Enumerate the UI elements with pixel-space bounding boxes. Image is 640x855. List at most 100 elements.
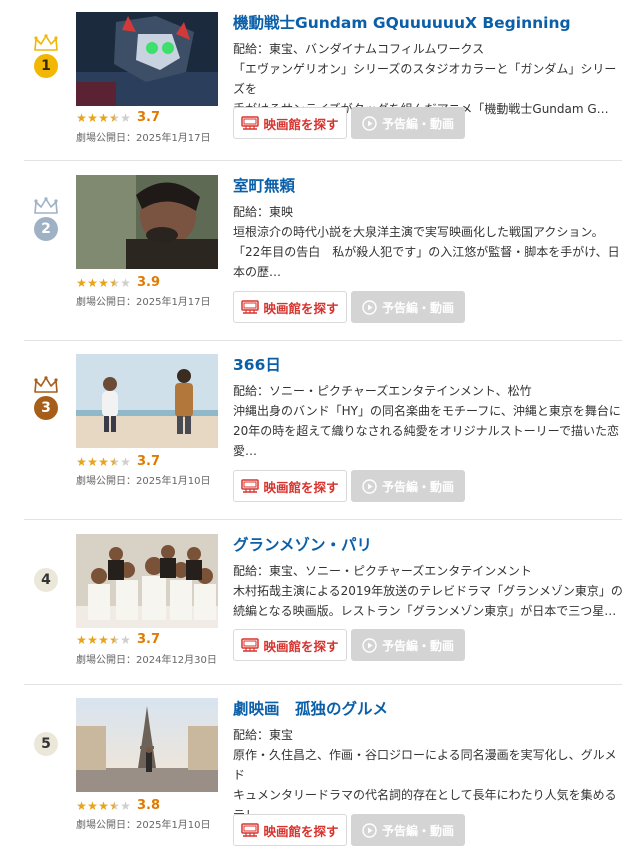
rating-score: 3.9 <box>137 275 161 290</box>
star-icon: ★ <box>76 276 87 290</box>
movie-thumbnail[interactable] <box>76 534 218 628</box>
star-icon: ★ <box>76 799 87 813</box>
theater-icon <box>241 479 260 493</box>
rank-badge: 4 <box>34 568 58 592</box>
description-line: 続編となる映画版。レストラン「グランメゾン東京」が日本で三つ星… <box>233 604 617 618</box>
movie-info: 室町無頼配給：東映垣根涼介の時代小説を大泉洋主演で実写映画化した戦国アクション。… <box>233 175 625 282</box>
crown-icon <box>34 376 58 393</box>
release-date: 劇場公開日：2025年1月10日 <box>76 820 211 831</box>
star-rating: ★ ★ ★ ★ ★ <box>76 454 131 470</box>
distributor: 配給：東宝、バンダイナムコフィルムワークス <box>233 42 485 56</box>
distributor: 配給：東宝、ソニー・ピクチャーズエンタテインメント <box>233 564 532 578</box>
star-icon: ★ <box>98 276 109 290</box>
find-theater-button[interactable]: 映画館を探す <box>233 629 347 661</box>
star-icon: ★ <box>76 111 87 125</box>
description-line: 沖縄出身のバンド「HY」の同名楽曲をモチーフに、沖縄と東京を舞台に <box>233 404 621 418</box>
trailer-button[interactable]: 予告編・動画 <box>351 814 465 846</box>
star-icon: ★ <box>76 455 87 469</box>
rank-badge: 2 <box>34 217 58 241</box>
movie-title[interactable]: 機動戦士Gundam GQuuuuuuX Beginning <box>233 12 625 34</box>
rank: 3 <box>32 376 60 420</box>
rating: ★ ★ ★ ★ ★ 3.9 <box>76 275 160 291</box>
description-line: 「エヴァンゲリオン」シリーズのスタジオカラーと「ガンダム」シリーズを <box>233 62 617 96</box>
distributor: 配給：東宝 <box>233 728 294 742</box>
couple-beach-thumbnail <box>76 354 218 448</box>
find-theater-label: 映画館を探す <box>263 638 339 654</box>
rating-score: 3.7 <box>137 110 161 125</box>
trailer-button[interactable]: 予告編・動画 <box>351 107 465 139</box>
rank: 5 <box>32 712 60 756</box>
movie-title[interactable]: 劇映画 孤独のグルメ <box>233 698 625 720</box>
description-line: 「22年目の告白 私が殺人犯です」の入江悠が監督・脚本を手がけ、日 <box>233 245 620 259</box>
movie-info: 366日 配給：ソニー・ピクチャーズエンタテインメント、松竹 沖縄出身のバンド「HY… <box>233 354 625 461</box>
star-icon: ★ <box>98 455 109 469</box>
star-icon: ★ <box>76 633 87 647</box>
rating: ★ ★ ★ ★ ★ 3.8 <box>76 798 160 814</box>
description-line: 本の歴… <box>233 265 282 279</box>
star-icon: ★ <box>109 633 120 647</box>
row-divider <box>24 160 622 161</box>
trailer-button[interactable]: 予告編・動画 <box>351 470 465 502</box>
movie-title[interactable]: 室町無頼 <box>233 175 625 197</box>
action-buttons: 映画館を探す 予告編・動画 <box>233 107 465 139</box>
find-theater-label: 映画館を探す <box>263 823 339 839</box>
rating: ★ ★ ★ ★ ★ 3.7 <box>76 632 160 648</box>
movie-info: 機動戦士Gundam GQuuuuuuX Beginning 配給：東宝、バンダイ… <box>233 12 625 119</box>
chefs-group-thumbnail <box>76 534 218 628</box>
action-buttons: 映画館を探す 予告編・動画 <box>233 814 465 846</box>
star-icon: ★ <box>120 633 131 647</box>
movie-thumbnail[interactable] <box>76 12 218 106</box>
play-icon <box>362 299 377 315</box>
action-buttons: 映画館を探す 予告編・動画 <box>233 291 465 323</box>
trailer-label: 予告編・動画 <box>381 479 454 494</box>
action-buttons: 映画館を探す 予告編・動画 <box>233 470 465 502</box>
crown-icon <box>34 197 58 214</box>
star-icon: ★ <box>98 799 109 813</box>
star-icon: ★ <box>109 111 120 125</box>
release-date: 劇場公開日：2025年1月17日 <box>76 133 211 144</box>
star-rating: ★ ★ ★ ★ ★ <box>76 275 131 291</box>
find-theater-button[interactable]: 映画館を探す <box>233 470 347 502</box>
find-theater-label: 映画館を探す <box>263 479 339 495</box>
row-divider <box>24 684 622 685</box>
find-theater-button[interactable]: 映画館を探す <box>233 291 347 323</box>
rating-score: 3.7 <box>137 454 161 469</box>
movie-title[interactable]: 366日 <box>233 354 625 376</box>
rank-badge: 1 <box>34 54 58 78</box>
trailer-button[interactable]: 予告編・動画 <box>351 629 465 661</box>
star-icon: ★ <box>120 455 131 469</box>
movie-thumbnail[interactable] <box>76 354 218 448</box>
play-icon <box>362 637 377 653</box>
release-date: 劇場公開日：2025年1月17日 <box>76 297 211 308</box>
movie-title[interactable]: グランメゾン・パリ <box>233 534 625 556</box>
star-icon: ★ <box>87 633 98 647</box>
theater-icon <box>241 638 260 652</box>
release-date: 劇場公開日：2025年1月10日 <box>76 476 211 487</box>
rank: 1 <box>32 34 60 78</box>
distributor: 配給：東映 <box>233 205 294 219</box>
find-theater-label: 映画館を探す <box>263 300 339 316</box>
theater-icon <box>241 300 260 314</box>
rating: ★ ★ ★ ★ ★ 3.7 <box>76 454 160 470</box>
release-date: 劇場公開日：2024年12月30日 <box>76 655 217 666</box>
star-rating: ★ ★ ★ ★ ★ <box>76 632 131 648</box>
find-theater-button[interactable]: 映画館を探す <box>233 107 347 139</box>
rank-badge: 3 <box>34 396 58 420</box>
rank: 4 <box>32 548 60 592</box>
star-icon: ★ <box>109 799 120 813</box>
trailer-label: 予告編・動画 <box>381 638 454 653</box>
action-buttons: 映画館を探す 予告編・動画 <box>233 629 465 661</box>
description-line: キュメンタリードラマの代名詞的存在として長年にわたり人気を集める <box>233 788 617 802</box>
star-icon: ★ <box>120 111 131 125</box>
star-icon: ★ <box>120 276 131 290</box>
find-theater-button[interactable]: 映画館を探す <box>233 814 347 846</box>
movie-thumbnail[interactable] <box>76 698 218 792</box>
description-line: 垣根涼介の時代小説を大泉洋主演で実写映画化した戦国アクション。 <box>233 225 604 239</box>
star-icon: ★ <box>98 111 109 125</box>
trailer-button[interactable]: 予告編・動画 <box>351 291 465 323</box>
movie-thumbnail[interactable] <box>76 175 218 269</box>
anime-mecha-thumbnail <box>76 12 218 106</box>
play-icon <box>362 115 377 131</box>
movie-info: グランメゾン・パリ 配給：東宝、ソニー・ピクチャーズエンタテインメント 木村拓哉主演… <box>233 534 625 621</box>
samurai-actor-thumbnail <box>76 175 218 269</box>
